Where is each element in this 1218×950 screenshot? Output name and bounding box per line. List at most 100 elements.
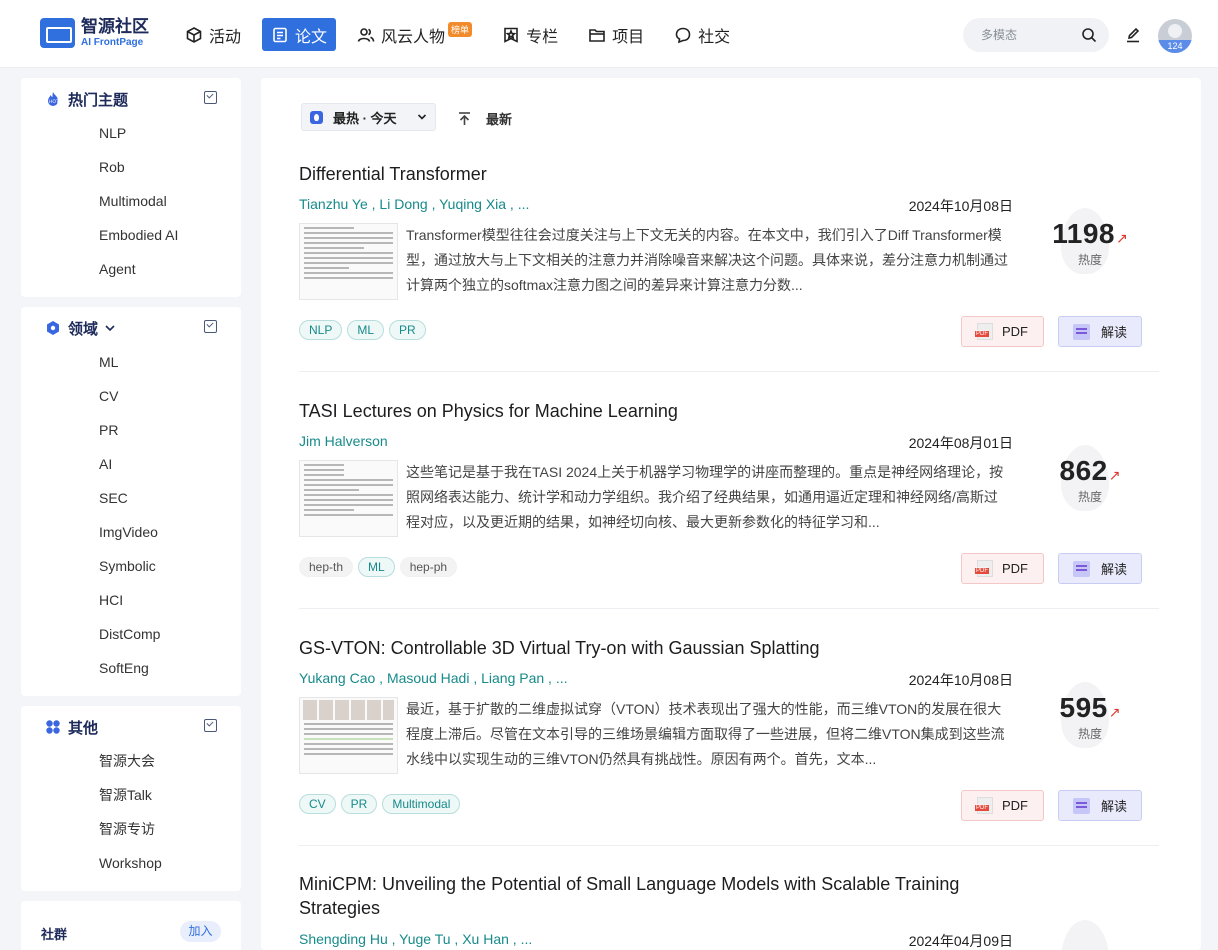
- nav-item-social[interactable]: 社交: [665, 18, 739, 51]
- column-icon: [504, 27, 518, 43]
- paper-tags: CV PR Multimodal: [299, 794, 465, 814]
- topic-item[interactable]: Multimodal: [99, 192, 178, 226]
- chevron-down-icon: [417, 114, 427, 120]
- arrow-up-icon: [459, 112, 470, 125]
- paper-authors[interactable]: Tianzhu Ye , Li Dong , Yuqing Xia , ...: [299, 196, 529, 212]
- nav-item-papers[interactable]: 论文: [262, 18, 337, 51]
- paper-thumbnail[interactable]: [299, 223, 398, 300]
- field-item[interactable]: CV: [99, 387, 160, 421]
- grid-icon: [46, 720, 60, 734]
- folder-icon: [589, 28, 605, 42]
- paper-thumbnail[interactable]: [299, 697, 398, 774]
- tag[interactable]: PR: [340, 794, 378, 814]
- nav-item-people[interactable]: 风云人物 榜单: [348, 18, 481, 51]
- tag[interactable]: Multimodal: [382, 794, 461, 814]
- other-item[interactable]: 智源大会: [99, 752, 162, 786]
- nav-item-projects[interactable]: 项目: [579, 18, 653, 51]
- other-item[interactable]: 智源Talk: [99, 786, 162, 820]
- nav-label: 专栏: [526, 28, 559, 46]
- paper-authors[interactable]: Yukang Cao , Masoud Hadi , Liang Pan , .…: [299, 670, 568, 686]
- search-input[interactable]: [981, 28, 1081, 42]
- field-item[interactable]: SoftEng: [99, 659, 160, 693]
- pdf-button[interactable]: PDF: [961, 316, 1044, 347]
- pdf-button[interactable]: PDF: [961, 790, 1044, 821]
- tag[interactable]: CV: [299, 794, 336, 814]
- paper-icon: [273, 27, 287, 42]
- chat-icon: [675, 27, 691, 43]
- paper-card: GS-VTON: Controllable 3D Virtual Try-on …: [299, 636, 1161, 846]
- sort-dropdown[interactable]: 最热 · 今天: [301, 103, 436, 131]
- paper-abstract: Transformer模型往往会过度关注与上下文无关的内容。在本文中，我们引入了…: [406, 227, 1008, 293]
- sort-label: 最热 · 今天: [333, 110, 397, 126]
- flame-icon: [1061, 920, 1109, 950]
- paper-title[interactable]: MiniCPM: Unveiling the Potential of Smal…: [299, 872, 1019, 920]
- user-avatar[interactable]: 124: [1158, 19, 1192, 53]
- divider: [299, 608, 1159, 609]
- paper-title[interactable]: TASI Lectures on Physics for Machine Lea…: [299, 399, 1019, 423]
- checkbox-icon[interactable]: [204, 91, 217, 104]
- search-box: [963, 18, 1109, 52]
- checkbox-icon[interactable]: [204, 320, 217, 333]
- field-item[interactable]: Symbolic: [99, 557, 160, 591]
- divider: [299, 371, 1159, 372]
- tag[interactable]: ML: [347, 320, 385, 340]
- interpret-icon: [1072, 323, 1090, 340]
- pdf-icon: [975, 560, 993, 577]
- interpret-label: 解读: [1100, 562, 1127, 577]
- other-item[interactable]: 智源专访: [99, 820, 162, 854]
- latest-sort-button[interactable]: 最新: [457, 109, 512, 128]
- topic-item[interactable]: Agent: [99, 260, 178, 294]
- nav-label: 风云人物: [381, 28, 446, 46]
- search-icon[interactable]: [1081, 27, 1097, 43]
- field-item[interactable]: ImgVideo: [99, 523, 160, 557]
- heat-score: 1198↗ 热度: [1019, 208, 1161, 274]
- field-item[interactable]: SEC: [99, 489, 160, 523]
- field-item[interactable]: PR: [99, 421, 160, 455]
- topic-item[interactable]: NLP: [99, 124, 178, 158]
- community-title: 社群: [41, 927, 68, 942]
- field-dropdown[interactable]: 领域: [45, 319, 116, 338]
- nav-item-columns[interactable]: 专栏: [493, 18, 567, 51]
- paper-title[interactable]: GS-VTON: Controllable 3D Virtual Try-on …: [299, 636, 1019, 660]
- site-logo[interactable]: 智源社区 AI FrontPage: [40, 18, 149, 48]
- tag[interactable]: PR: [389, 320, 426, 340]
- tag[interactable]: hep-th: [299, 557, 354, 577]
- pdf-button[interactable]: PDF: [961, 553, 1044, 584]
- topic-item[interactable]: Embodied AI: [99, 226, 178, 260]
- interpret-button[interactable]: 解读: [1058, 316, 1142, 347]
- other-item[interactable]: Workshop: [99, 854, 162, 888]
- paper-card: MiniCPM: Unveiling the Potential of Smal…: [299, 872, 1161, 950]
- heat-value: 862: [1059, 455, 1108, 486]
- edit-icon[interactable]: [1124, 26, 1142, 44]
- field-item[interactable]: HCI: [99, 591, 160, 625]
- paper-authors[interactable]: Shengding Hu , Yuge Tu , Xu Han , ...: [299, 931, 532, 947]
- interpret-button[interactable]: 解读: [1058, 553, 1142, 584]
- paper-date: 2024年08月01日: [908, 435, 1013, 451]
- topic-item[interactable]: Rob: [99, 158, 178, 192]
- paper-thumbnail[interactable]: [299, 460, 398, 537]
- paper-abstract: 这些笔记是基于我在TASI 2024上关于机器学习物理学的讲座而整理的。重点是神…: [406, 464, 1004, 530]
- nav-label: 项目: [612, 28, 645, 46]
- field-item[interactable]: DistComp: [99, 625, 160, 659]
- nav-item-events[interactable]: 活动: [176, 18, 250, 51]
- paper-date: 2024年10月08日: [908, 672, 1013, 688]
- field-item[interactable]: AI: [99, 455, 160, 489]
- pdf-icon: [975, 797, 993, 814]
- interpret-button[interactable]: 解读: [1058, 790, 1142, 821]
- checkbox-icon[interactable]: [204, 719, 217, 732]
- tag[interactable]: NLP: [299, 320, 343, 340]
- field-item[interactable]: ML: [99, 353, 160, 387]
- paper-title[interactable]: Differential Transformer: [299, 162, 1019, 186]
- heat-label: 热度: [1077, 253, 1102, 267]
- tag[interactable]: hep-ph: [399, 557, 458, 577]
- paper-authors[interactable]: Jim Halverson: [299, 433, 388, 449]
- cube-icon: [186, 26, 202, 43]
- join-button[interactable]: 加入: [180, 921, 221, 942]
- hot-icon: HOT: [48, 92, 59, 106]
- other-list: 智源大会 智源Talk 智源专访 Workshop: [99, 752, 162, 888]
- main-nav: 活动 论文 风云人物 榜单 专栏 项目 社交: [176, 18, 751, 51]
- latest-label: 最新: [486, 112, 513, 127]
- pdf-label: PDF: [1002, 324, 1028, 339]
- chevron-down-icon: [105, 325, 115, 332]
- tag[interactable]: ML: [358, 557, 395, 577]
